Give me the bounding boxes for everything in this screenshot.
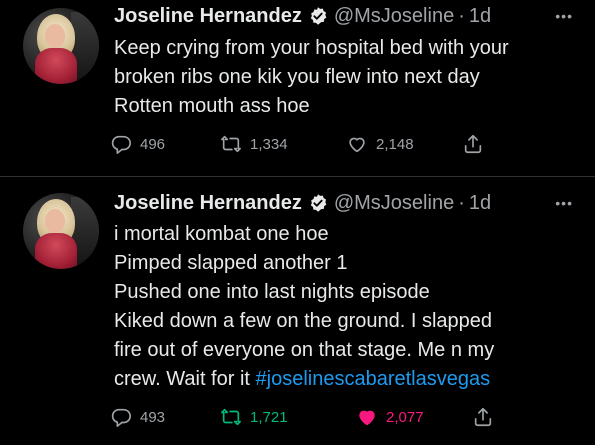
- retweet-icon: [221, 408, 241, 426]
- separator-dot: ·: [458, 4, 465, 27]
- tweet-header: Joseline Hernandez @MsJoseline · 1d: [114, 189, 491, 217]
- tweet-text-line: crew. Wait for it #joselinescabaretlasve…: [114, 365, 584, 394]
- tweet-text-line: broken ribs one kik you flew into next d…: [114, 66, 480, 88]
- retweet-icon: [221, 135, 241, 153]
- like-button[interactable]: 2,148: [346, 131, 414, 157]
- tweet-text-line: i mortal kombat one hoe: [114, 223, 329, 245]
- share-button[interactable]: [472, 404, 502, 430]
- like-count: 2,148: [376, 135, 414, 153]
- heart-icon: [359, 410, 375, 426]
- more-options-icon[interactable]: •••: [555, 8, 573, 24]
- avatar[interactable]: [23, 193, 99, 269]
- retweet-count: 1,721: [250, 408, 288, 426]
- tweet-divider: [0, 176, 595, 177]
- reply-count: 496: [140, 135, 166, 153]
- author-name[interactable]: Joseline Hernandez: [114, 192, 302, 215]
- tweet-text-line: Kiked down a few on the ground. I slappe…: [114, 310, 493, 332]
- separator-dot: ·: [458, 191, 465, 214]
- tweet-timestamp[interactable]: 1d: [469, 192, 491, 215]
- author-handle[interactable]: @MsJoseline: [334, 192, 454, 215]
- hashtag-link[interactable]: #joselinescabaretlasvegas: [256, 368, 491, 390]
- tweet-text-line: fire out of everyone on that stage. Me n…: [114, 339, 495, 361]
- tweet-text: i mortal kombat one hoe Pimped slapped a…: [114, 220, 584, 394]
- verified-badge-icon: [310, 7, 327, 25]
- retweet-button[interactable]: 1,334: [220, 131, 288, 157]
- author-handle[interactable]: @MsJoseline: [334, 5, 454, 28]
- heart-icon: [349, 137, 365, 153]
- reply-button[interactable]: 493: [110, 404, 165, 430]
- retweet-button[interactable]: 1,721: [220, 404, 288, 430]
- tweet-text-line: Rotten mouth ass hoe: [114, 95, 310, 117]
- reply-icon: [111, 135, 131, 154]
- retweet-count: 1,334: [250, 135, 288, 153]
- tweet[interactable]: Joseline Hernandez @MsJoseline · 1d ••• …: [0, 181, 595, 445]
- tweet-text-segment: crew. Wait for it: [114, 368, 250, 390]
- tweet-actions: 493 1,721 2,077: [110, 404, 550, 430]
- verified-badge-icon: [310, 194, 327, 212]
- tweet-text: Keep crying from your hospital bed with …: [114, 34, 584, 121]
- tweet[interactable]: Joseline Hernandez @MsJoseline · 1d ••• …: [0, 0, 595, 176]
- like-count: 2,077: [386, 408, 424, 426]
- tweet-text-line: Pimped slapped another 1: [114, 252, 348, 274]
- like-button[interactable]: 2,077: [356, 404, 424, 430]
- tweet-header: Joseline Hernandez @MsJoseline · 1d: [114, 2, 491, 30]
- tweet-actions: 496 1,334 2,148: [110, 131, 550, 157]
- more-options-icon[interactable]: •••: [555, 195, 573, 211]
- reply-button[interactable]: 496: [110, 131, 165, 157]
- reply-icon: [111, 408, 131, 427]
- tweet-text-line: Keep crying from your hospital bed with …: [114, 37, 509, 59]
- author-name[interactable]: Joseline Hernandez: [114, 5, 302, 28]
- tweet-timestamp[interactable]: 1d: [469, 5, 491, 28]
- share-icon: [464, 134, 482, 154]
- share-button[interactable]: [462, 131, 492, 157]
- share-icon: [474, 407, 492, 427]
- tweet-text-line: Pushed one into last nights episode: [114, 281, 430, 303]
- avatar[interactable]: [23, 8, 99, 84]
- reply-count: 493: [140, 408, 166, 426]
